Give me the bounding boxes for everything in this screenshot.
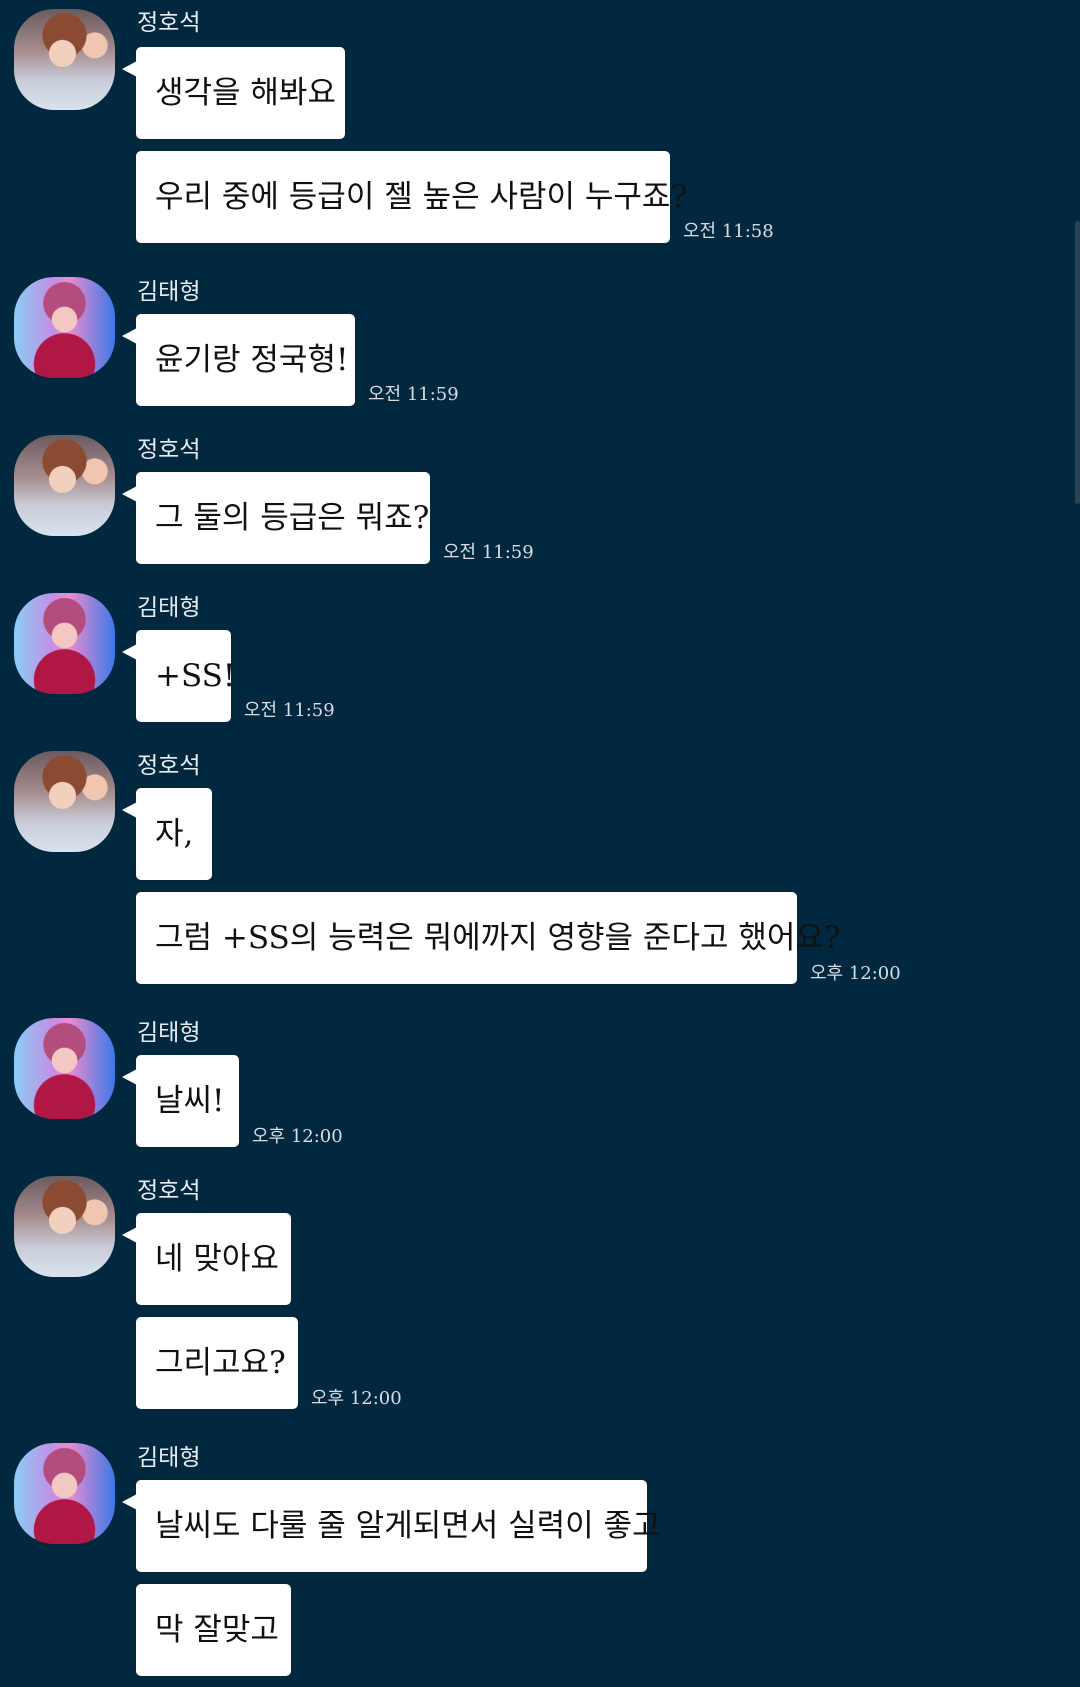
sender-name: 김태형 [137,279,201,305]
message-bubble[interactable]: 생각을 해봐요 [122,47,345,139]
sender-name: 김태형 [137,1445,201,1471]
sender-name: 정호석 [137,1178,201,1204]
message-bubble[interactable]: 윤기랑 정국형! [122,314,355,406]
message-timestamp: 오전 11:59 [368,384,459,405]
message-timestamp: 오후 12:00 [252,1126,343,1147]
sender-name: 정호석 [137,437,201,463]
message-timestamp: 오전 11:59 [443,542,534,563]
message-bubble[interactable]: 우리 중에 등급이 젤 높은 사람이 누구죠? [136,151,687,243]
avatar-taehyung[interactable] [14,1018,115,1119]
avatar-hoseok[interactable] [14,9,115,110]
avatar-taehyung[interactable] [14,277,115,378]
avatar-hoseok[interactable] [14,751,115,852]
message-bubble[interactable]: 그럼 +SS의 능력은 뭐에까지 영향을 준다고 했어요? [136,892,841,984]
avatar-taehyung[interactable] [14,1443,115,1544]
scrollbar[interactable] [1075,221,1080,504]
sender-name: 정호석 [137,10,201,36]
avatar-hoseok[interactable] [14,435,115,536]
message-timestamp: 오후 12:00 [311,1388,402,1409]
message-bubble[interactable]: 네 맞아요 [122,1213,291,1305]
message-timestamp: 오후 12:00 [810,963,901,984]
message-timestamp: 오전 11:58 [683,221,774,242]
message-bubble[interactable]: +SS! [122,630,235,722]
message-bubble[interactable]: 그 둘의 등급은 뭐죠? [122,472,430,564]
message-timestamp: 오전 11:59 [244,700,335,721]
avatar-hoseok[interactable] [14,1176,115,1277]
message-bubble[interactable]: 막 잘맞고 [136,1584,291,1676]
sender-name: 김태형 [137,595,201,621]
message-bubble[interactable]: 그리고요? [136,1317,298,1409]
message-bubble[interactable]: 날씨! [122,1055,239,1147]
message-bubble[interactable]: 날씨도 다룰 줄 알게되면서 실력이 좋고 [122,1480,661,1572]
sender-name: 김태형 [137,1020,201,1046]
message-bubble[interactable]: 자, [122,788,212,880]
avatar-taehyung[interactable] [14,593,115,694]
sender-name: 정호석 [137,753,201,779]
